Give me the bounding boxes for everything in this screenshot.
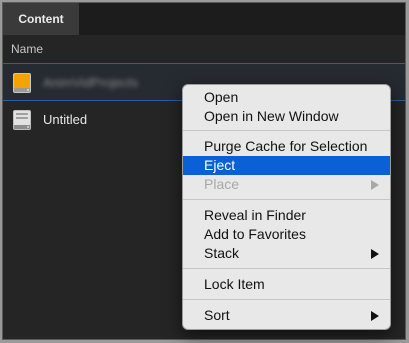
tab-bar: Content (3, 3, 405, 35)
list-item-label: Untitled (43, 112, 88, 127)
menu-item-stack[interactable]: Stack (183, 244, 390, 263)
menu-separator (183, 268, 390, 269)
menu-item-add-to-favorites[interactable]: Add to Favorites (183, 225, 390, 244)
menu-item-lock-item[interactable]: Lock Item (183, 275, 390, 294)
menu-separator (183, 130, 390, 131)
menu-item-sort[interactable]: Sort (183, 306, 390, 325)
submenu-arrow-icon (371, 311, 379, 321)
submenu-arrow-icon (371, 180, 379, 190)
menu-item-open[interactable]: Open (183, 88, 390, 107)
external-drive-orange-icon (13, 73, 31, 93)
menu-item-eject[interactable]: Eject (183, 156, 390, 175)
menu-separator (183, 199, 390, 200)
menu-item-label: Sort (204, 307, 230, 323)
tab-content[interactable]: Content (3, 3, 79, 35)
menu-item-place: Place (183, 175, 390, 194)
menu-item-label: Place (204, 176, 240, 192)
menu-separator (183, 299, 390, 300)
column-header-name[interactable]: Name (3, 35, 405, 63)
disk-image-icon (13, 110, 31, 130)
menu-item-reveal-in-finder[interactable]: Reveal in Finder (183, 206, 390, 225)
list-item-label: AnimVidProjects (43, 75, 139, 90)
context-menu: Open Open in New Window Purge Cache for … (182, 84, 391, 330)
menu-item-open-in-new-window[interactable]: Open in New Window (183, 107, 390, 126)
menu-item-label: Stack (204, 245, 240, 261)
submenu-arrow-icon (371, 249, 379, 259)
menu-item-purge-cache[interactable]: Purge Cache for Selection (183, 137, 390, 156)
